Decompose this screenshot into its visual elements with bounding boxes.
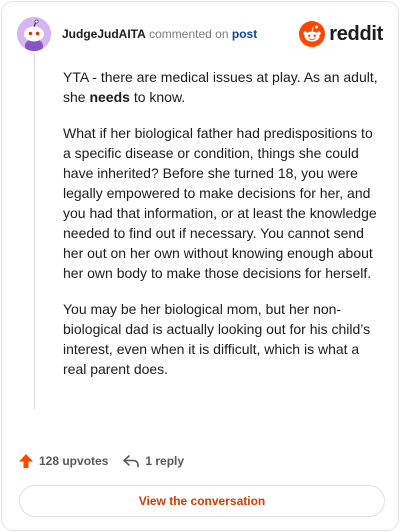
- reddit-logo[interactable]: reddit: [299, 21, 383, 47]
- comment-body: YTA - there are medical issues at play. …: [63, 67, 381, 395]
- reply-button[interactable]: 1 reply: [122, 453, 184, 469]
- reddit-snoo-icon: [299, 21, 326, 47]
- thread-line: [34, 54, 35, 409]
- comment-paragraph-2: What if her biological father had predis…: [63, 125, 377, 281]
- post-link[interactable]: post: [232, 27, 257, 41]
- snoo-avatar-icon[interactable]: [17, 17, 51, 51]
- emphasis-text: needs: [89, 89, 130, 105]
- comment-actions: 128 upvotes 1 reply: [18, 451, 184, 471]
- username-link[interactable]: JudgeJudAITA: [62, 27, 146, 41]
- upvote-count: 128 upvotes: [39, 454, 109, 468]
- comment-card: JudgeJudAITA commented on post reddit YT…: [1, 1, 399, 531]
- reply-count: 1 reply: [145, 454, 185, 468]
- view-conversation-button[interactable]: View the conversation: [19, 485, 385, 517]
- upvote-arrow-icon: [19, 454, 33, 468]
- byline: JudgeJudAITA commented on post: [62, 27, 257, 41]
- comment-paragraph-1: YTA - there are medical issues at play. …: [63, 69, 378, 105]
- commented-on-text: commented on: [149, 27, 229, 41]
- upvote-button[interactable]: 128 upvotes: [18, 453, 108, 469]
- comment-paragraph-3: You may be her biological mom, but her n…: [63, 301, 371, 377]
- reply-arrow-icon: [123, 455, 140, 468]
- comment-header: JudgeJudAITA commented on post reddit: [17, 16, 383, 56]
- reddit-wordmark: reddit: [329, 22, 383, 45]
